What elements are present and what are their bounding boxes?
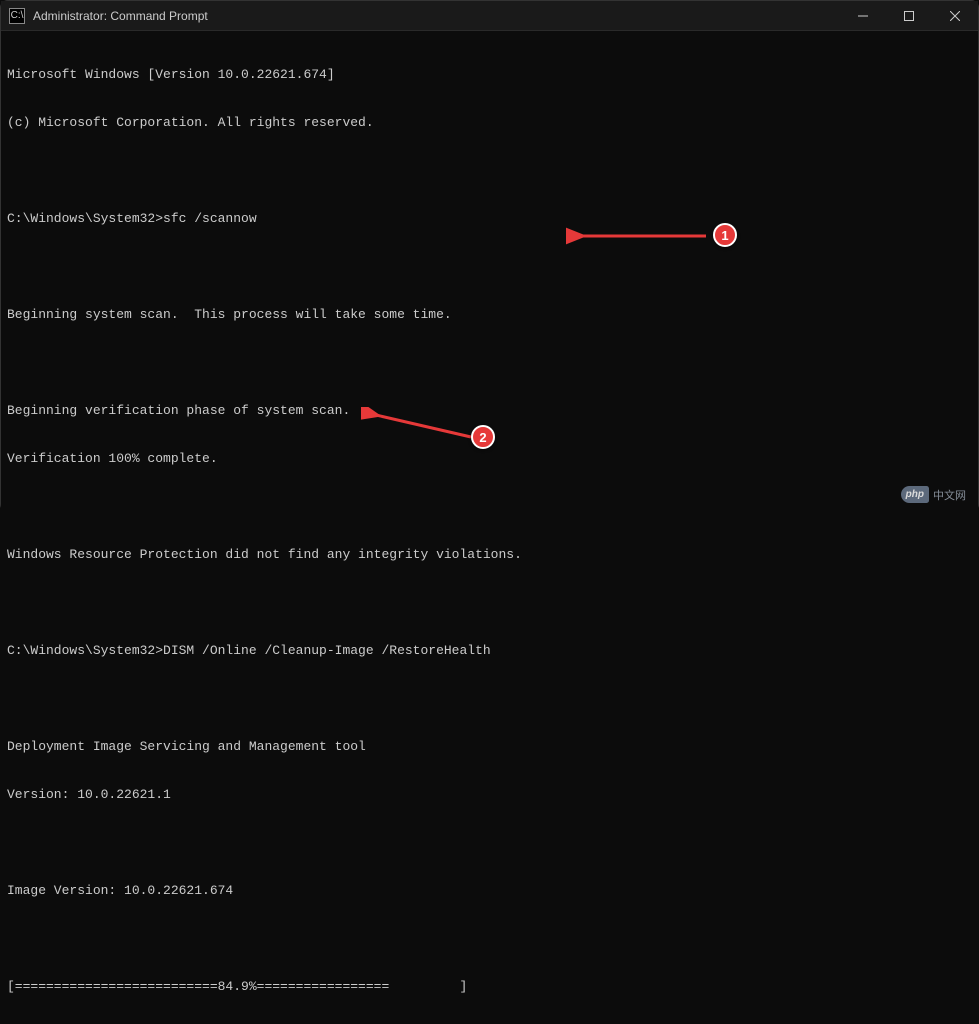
terminal-line: [7, 163, 972, 179]
window-controls: [840, 1, 978, 30]
terminal-line: Verification 100% complete.: [7, 451, 972, 467]
window-titlebar: C:\ Administrator: Command Prompt: [1, 1, 978, 31]
close-button[interactable]: [932, 1, 978, 30]
terminal-line: C:\Windows\System32>DISM /Online /Cleanu…: [7, 643, 972, 659]
terminal-line: (c) Microsoft Corporation. All rights re…: [7, 115, 972, 131]
terminal-line: Image Version: 10.0.22621.674: [7, 883, 972, 899]
watermark-logo: php: [901, 486, 929, 503]
terminal-line: [7, 355, 972, 371]
terminal-line: [==========================84.9%========…: [7, 979, 972, 995]
watermark: php 中文网: [901, 486, 966, 503]
terminal-line: Beginning system scan. This process will…: [7, 307, 972, 323]
terminal-line: Microsoft Windows [Version 10.0.22621.67…: [7, 67, 972, 83]
watermark-text: 中文网: [933, 487, 966, 503]
terminal-output[interactable]: Microsoft Windows [Version 10.0.22621.67…: [1, 31, 978, 1024]
terminal-line: C:\Windows\System32>sfc /scannow: [7, 211, 972, 227]
terminal-line: Deployment Image Servicing and Managemen…: [7, 739, 972, 755]
terminal-line: [7, 259, 972, 275]
terminal-line: Beginning verification phase of system s…: [7, 403, 972, 419]
minimize-button[interactable]: [840, 1, 886, 30]
terminal-line: [7, 931, 972, 947]
cmd-icon: C:\: [9, 8, 25, 24]
terminal-line: [7, 499, 972, 515]
terminal-line: [7, 835, 972, 851]
terminal-line: Version: 10.0.22621.1: [7, 787, 972, 803]
window-title: Administrator: Command Prompt: [33, 9, 840, 23]
terminal-line: Windows Resource Protection did not find…: [7, 547, 972, 563]
maximize-button[interactable]: [886, 1, 932, 30]
terminal-line: [7, 691, 972, 707]
terminal-line: [7, 595, 972, 611]
